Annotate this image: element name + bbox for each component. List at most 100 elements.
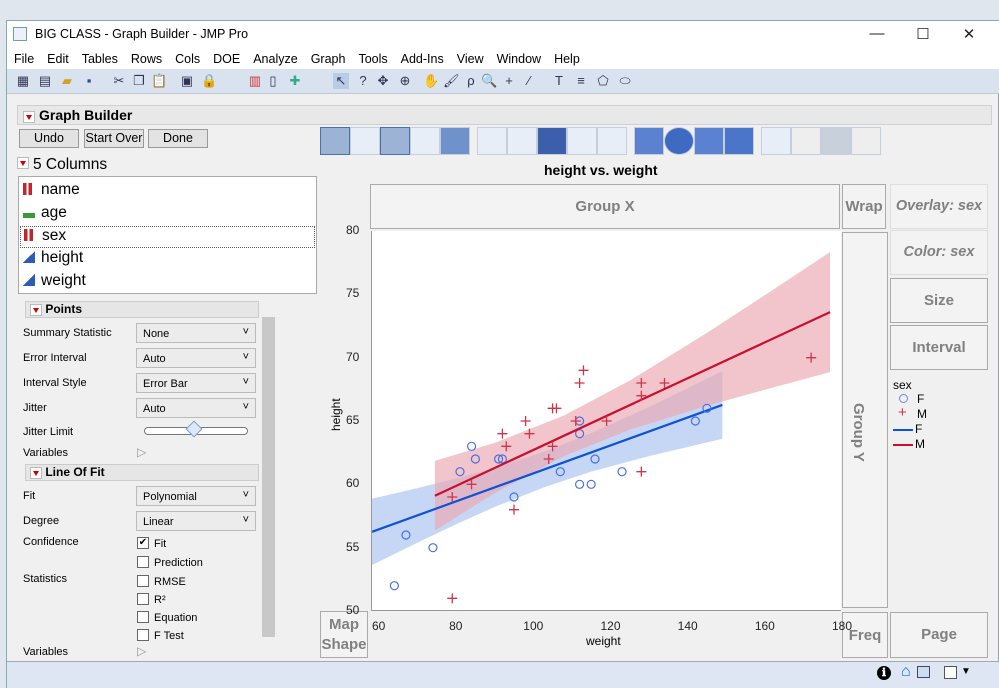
color-drop-zone[interactable]: Color: sex (890, 230, 988, 275)
dropdown-arrow-icon[interactable]: ▼ (961, 666, 971, 677)
box-plot-element-icon[interactable] (567, 127, 597, 155)
arrow-tool-icon[interactable]: ↖ (333, 73, 349, 89)
maximize-button[interactable]: ☐ (908, 25, 938, 45)
data-table-icon[interactable]: ▥ (247, 73, 263, 89)
slider-thumb[interactable] (185, 420, 203, 438)
degree-select[interactable]: Linear (136, 511, 256, 531)
equation-checkbox[interactable] (137, 611, 149, 623)
summary-statistic-select[interactable]: None (136, 323, 256, 343)
text-tool-icon[interactable]: T (551, 73, 567, 89)
line-of-fit-menu-icon[interactable] (30, 466, 42, 479)
page-drop-zone[interactable]: Page (890, 612, 988, 658)
undo-button[interactable]: Undo (19, 129, 79, 148)
line-of-fit-element-icon[interactable] (380, 127, 410, 155)
heatmap-element-icon[interactable] (634, 127, 664, 155)
expand-triangle-icon[interactable]: ▷ (137, 445, 146, 459)
column-item-height[interactable]: height (23, 249, 83, 271)
size-drop-zone[interactable]: Size (890, 278, 988, 323)
line-element-icon[interactable] (477, 127, 507, 155)
contour-element-icon[interactable] (440, 127, 470, 155)
new-script-icon[interactable]: ▤ (37, 73, 53, 89)
hand-icon[interactable]: ✋ (423, 73, 439, 89)
menu-rows[interactable]: Rows (124, 49, 168, 69)
smoother-element-icon[interactable] (350, 127, 380, 155)
copy-icon[interactable]: ❐ (131, 73, 147, 89)
column-item-name[interactable]: name (23, 181, 80, 203)
red-triangle-menu-icon[interactable] (23, 110, 35, 123)
fit-select[interactable]: Polynomial (136, 486, 256, 506)
lasso-icon[interactable]: ⊕ (397, 73, 413, 89)
journal-icon[interactable]: ▯ (265, 73, 281, 89)
save-icon[interactable]: ▪ (81, 73, 97, 89)
group-y-drop-zone[interactable]: Group Y (842, 232, 888, 608)
cut-icon[interactable]: ✂ (111, 73, 127, 89)
map-shape-drop-zone[interactable]: Map Shape (320, 611, 368, 658)
column-item-sex[interactable]: sex (20, 226, 315, 248)
parallel-element-icon[interactable] (851, 127, 881, 155)
lines-tool-icon[interactable]: ≡ (573, 73, 589, 89)
r-squared-checkbox[interactable] (137, 593, 149, 605)
window-select-box[interactable] (944, 666, 957, 679)
ellipse-element-icon[interactable] (410, 127, 440, 155)
pie-element-icon[interactable] (664, 127, 694, 155)
close-button[interactable]: ✕ (954, 25, 984, 45)
legend-item-m-line[interactable]: M (893, 437, 983, 452)
treemap-element-icon[interactable] (694, 127, 724, 155)
histogram-element-icon[interactable] (597, 127, 627, 155)
menu-tools[interactable]: Tools (351, 49, 393, 69)
crosshair-icon[interactable]: ✥ (375, 73, 391, 89)
add-icon[interactable]: ✚ (287, 73, 303, 89)
jitter-limit-slider[interactable] (144, 420, 248, 438)
line-of-fit-section-header[interactable]: Line Of Fit (25, 464, 259, 481)
columns-menu-icon[interactable] (17, 156, 29, 169)
column-item-weight[interactable]: weight (23, 272, 86, 294)
wrap-drop-zone[interactable]: Wrap (842, 184, 886, 229)
prediction-checkbox[interactable] (137, 556, 149, 568)
error-interval-select[interactable]: Auto (136, 348, 256, 368)
points-section-header[interactable]: Points (25, 301, 259, 318)
menu-window[interactable]: Window (490, 49, 547, 69)
properties-scrollbar[interactable] (260, 301, 277, 659)
home-icon[interactable]: ⌂ (901, 663, 911, 681)
column-item-age[interactable]: age (23, 204, 67, 226)
area-element-icon[interactable] (537, 127, 567, 155)
group-x-drop-zone[interactable]: Group X (370, 184, 840, 229)
lock-icon[interactable]: 🔒 (201, 73, 217, 89)
menu-tables[interactable]: Tables (75, 49, 124, 69)
interval-drop-zone[interactable]: Interval (890, 325, 988, 370)
calculator-icon[interactable]: ▣ (179, 73, 195, 89)
paste-icon[interactable]: 📋 (151, 73, 167, 89)
scrollbar-thumb[interactable] (262, 317, 275, 637)
start-over-button[interactable]: Start Over (84, 129, 144, 148)
help-tool-icon[interactable]: ? (355, 73, 371, 89)
scatter-plot[interactable] (371, 231, 841, 611)
legend-item-m-points[interactable]: + M (893, 404, 983, 422)
new-table-icon[interactable]: ▦ (15, 73, 31, 89)
plus-tool-icon[interactable]: + (501, 73, 517, 89)
info-icon[interactable]: ℹ (877, 666, 891, 680)
open-icon[interactable]: ▰ (59, 73, 75, 89)
fit-checkbox[interactable]: ✔ (137, 537, 149, 549)
oval-tool-icon[interactable]: ⬭ (617, 73, 633, 89)
minimize-button[interactable]: — (862, 25, 892, 45)
menu-edit[interactable]: Edit (40, 49, 75, 69)
formula-element-icon[interactable] (791, 127, 821, 155)
menu-view[interactable]: View (450, 49, 490, 69)
f-test-checkbox[interactable] (137, 629, 149, 641)
polygon-tool-icon[interactable]: ⬠ (595, 73, 611, 89)
expand-triangle-icon[interactable]: ▷ (137, 644, 146, 658)
menu-add-ins[interactable]: Add-Ins (394, 49, 450, 69)
points-menu-icon[interactable] (30, 303, 42, 316)
rmse-checkbox[interactable] (137, 575, 149, 587)
line-tool-icon[interactable]: ⁄ (521, 73, 537, 89)
magnifier-icon[interactable]: 🔍 (481, 73, 497, 89)
menu-cols[interactable]: Cols (168, 49, 206, 69)
mosaic-element-icon[interactable] (724, 127, 754, 155)
menu-analyze[interactable]: Analyze (246, 49, 303, 69)
interval-style-select[interactable]: Error Bar (136, 373, 256, 393)
menu-file[interactable]: File (7, 49, 40, 69)
menu-graph[interactable]: Graph (304, 49, 352, 69)
caption-box-element-icon[interactable] (761, 127, 791, 155)
lasso-select-icon[interactable]: ρ (463, 73, 479, 89)
window-list-icon[interactable] (917, 666, 930, 678)
